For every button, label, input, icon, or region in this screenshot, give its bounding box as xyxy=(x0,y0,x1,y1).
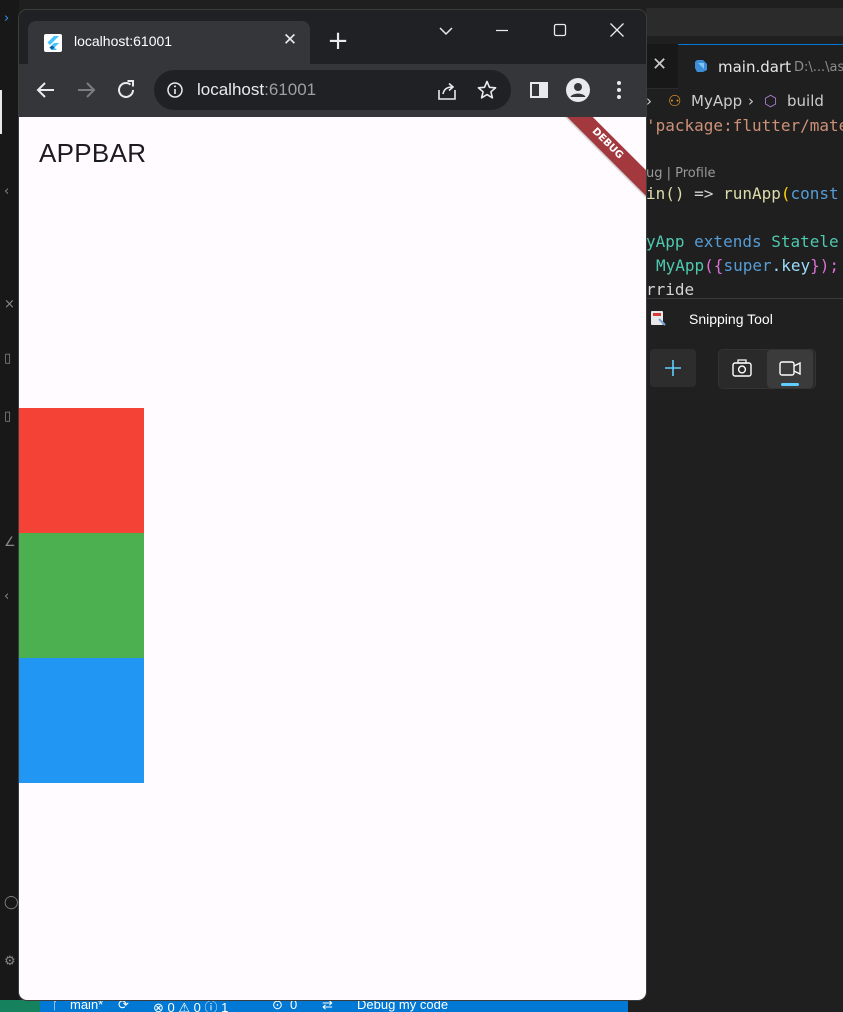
status-debug[interactable]: Debug my code xyxy=(357,1000,448,1012)
code-line: rride xyxy=(646,280,695,298)
breadcrumb-separator-icon: › xyxy=(646,92,652,110)
browser-toolbar: localhost:61001 xyxy=(19,64,646,117)
vscode-logo-icon: › xyxy=(4,11,10,26)
close-tab-icon[interactable]: ✕ xyxy=(280,30,300,50)
close-window-icon[interactable] xyxy=(597,20,637,42)
forward-arrow-icon[interactable] xyxy=(73,77,99,103)
debug-icon: ⇄ xyxy=(322,1000,333,1012)
camera-icon xyxy=(732,359,752,377)
flutter-page: APPBAR DEBUG xyxy=(19,117,646,1000)
account-icon[interactable]: ◯ xyxy=(4,896,19,910)
plus-icon xyxy=(665,360,681,376)
tab-title: localhost:61001 xyxy=(74,33,173,49)
breadcrumb-separator-icon: › xyxy=(748,92,754,110)
video-mode-button[interactable] xyxy=(767,350,813,388)
breadcrumb-method[interactable]: build xyxy=(787,92,824,110)
remote-activity-icon[interactable]: ‹ xyxy=(4,590,14,604)
command-center[interactable] xyxy=(646,8,843,36)
code-line: MyApp({super.key}); xyxy=(656,256,840,275)
breadcrumb: › ⚇ MyApp › ⬡ build xyxy=(646,90,843,114)
url-port: :61001 xyxy=(264,80,317,99)
bookmark-star-icon[interactable] xyxy=(476,79,498,101)
tab-strip: localhost:61001 ✕ + xyxy=(19,10,646,64)
site-info-icon[interactable] xyxy=(166,81,184,99)
code-line: yApp extends Statele xyxy=(646,232,839,251)
new-tab-button[interactable]: + xyxy=(324,27,352,55)
address-bar[interactable]: localhost:61001 xyxy=(154,70,511,110)
code-line: 'package:flutter/mate xyxy=(646,116,843,135)
testing-activity-icon[interactable]: ∠ xyxy=(4,536,16,550)
screenshot-mode-button[interactable] xyxy=(719,350,765,388)
chrome-window: localhost:61001 ✕ + localhost:61001 APPB… xyxy=(19,10,646,1000)
more-menu-icon[interactable] xyxy=(606,77,632,103)
code-line: in() => runApp(const xyxy=(646,184,839,203)
branch-icon: ᚴ xyxy=(52,1000,60,1012)
green-box xyxy=(19,533,144,658)
debug-banner: DEBUG xyxy=(547,117,646,204)
appbar-title: APPBAR xyxy=(39,138,147,168)
method-symbol-icon: ⬡ xyxy=(764,92,778,110)
status-branch[interactable]: main* xyxy=(70,1000,103,1012)
vscode-activity-bar: › ‹ × ▯ ▯ ∠ ‹ ◯ ⚙ xyxy=(0,0,19,1000)
search-activity-icon[interactable]: ‹ xyxy=(4,185,14,199)
sync-icon[interactable]: ⟳ xyxy=(118,1000,129,1012)
activity-bar-active-indicator xyxy=(0,90,2,134)
status-ports[interactable]: 0 xyxy=(290,1000,297,1012)
share-icon[interactable] xyxy=(436,80,458,102)
maximize-icon[interactable] xyxy=(540,20,580,42)
reload-icon[interactable] xyxy=(113,77,139,103)
dart-file-icon xyxy=(695,60,707,72)
close-tab-icon[interactable]: ✕ xyxy=(652,54,667,75)
blue-box xyxy=(19,658,144,783)
browser-tab[interactable]: localhost:61001 ✕ xyxy=(28,21,310,64)
breadcrumb-class[interactable]: MyApp xyxy=(691,92,742,110)
source-control-activity-icon[interactable]: × xyxy=(4,298,15,312)
snipping-tool-title: Snipping Tool xyxy=(689,311,773,327)
tab-search-chevron-down-icon[interactable] xyxy=(426,20,466,42)
flutter-favicon-icon xyxy=(44,34,62,52)
side-panel-icon[interactable] xyxy=(526,77,552,103)
tab-file-path: D:\...\as xyxy=(794,60,843,75)
vscode-status-bar: ᚴ main* ⟳ ⊗ 0 ⚠ 0 ⓘ 1 ⊙ 0 ⇄ Debug my cod… xyxy=(0,1000,628,1012)
back-arrow-icon[interactable] xyxy=(33,77,59,103)
code-editor[interactable]: 'package:flutter/mate ug | Profile in() … xyxy=(646,114,843,298)
class-symbol-icon: ⚇ xyxy=(668,92,682,110)
selected-mode-indicator xyxy=(781,383,799,386)
minimize-icon[interactable] xyxy=(482,20,522,42)
url-text: localhost:61001 xyxy=(197,80,316,100)
new-snip-button[interactable] xyxy=(650,349,696,387)
tab-file-name: main.dart xyxy=(718,58,792,76)
snipping-tool-app-icon xyxy=(651,311,666,326)
remote-indicator[interactable] xyxy=(0,1000,40,1012)
snipping-tool-window: Snipping Tool xyxy=(646,298,843,399)
status-problems[interactable]: ⊗ 0 ⚠ 0 ⓘ 1 xyxy=(153,1000,228,1012)
vscode-editor-tabs: ✕ main.dart D:\...\as xyxy=(646,44,843,89)
url-host: localhost xyxy=(197,80,265,99)
settings-gear-icon[interactable]: ⚙ xyxy=(4,955,16,969)
broadcast-icon: ⊙ xyxy=(272,1000,283,1012)
red-box xyxy=(19,408,144,533)
vscode-title-bar xyxy=(646,0,843,44)
profile-avatar-icon[interactable] xyxy=(565,77,591,103)
tab-main-dart[interactable]: main.dart D:\...\as xyxy=(678,44,843,89)
capture-mode-toggle xyxy=(718,349,816,389)
run-debug-activity-icon[interactable]: ▯ xyxy=(4,352,14,366)
extensions-activity-icon[interactable]: ▯ xyxy=(4,410,14,424)
